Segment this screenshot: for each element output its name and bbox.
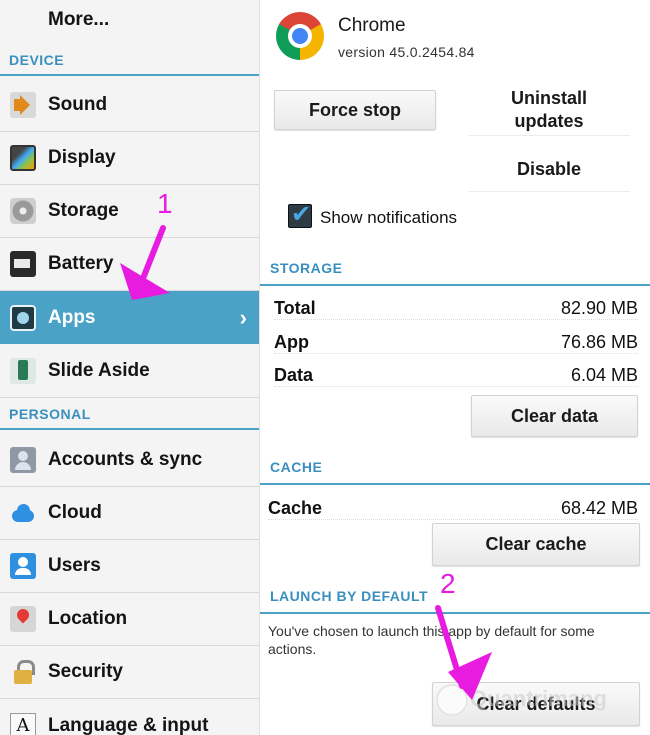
section-header-storage: STORAGE — [260, 260, 650, 286]
clear-cache-button[interactable]: Clear cache — [432, 523, 640, 566]
language-icon: A — [10, 712, 36, 735]
battery-icon — [10, 251, 36, 277]
app-info-pane: Chrome version 45.0.2454.84 Force stop U… — [259, 0, 650, 735]
sidebar-item-label: Users — [48, 555, 101, 576]
storage-row-value: 82.90 MB — [560, 298, 638, 318]
uninstall-updates-button[interactable]: Uninstall updates — [468, 84, 630, 136]
sidebar-item-label: Display — [48, 147, 116, 168]
force-stop-button[interactable]: Force stop — [274, 90, 436, 130]
section-header-label: STORAGE — [270, 260, 343, 276]
sidebar-item-label: Location — [48, 608, 128, 629]
sidebar-item-security[interactable]: Security — [0, 646, 259, 699]
clear-defaults-button[interactable]: Clear defaults — [432, 682, 640, 726]
display-icon — [10, 145, 36, 171]
storage-row-data: Data 6.04 MB — [274, 361, 638, 387]
sidebar-item-accounts-sync[interactable]: Accounts & sync — [0, 434, 259, 487]
sidebar-item-cloud[interactable]: Cloud — [0, 487, 259, 540]
sidebar-item-more[interactable]: More... — [0, 0, 259, 40]
section-header-label: DEVICE — [9, 52, 65, 68]
sidebar-item-apps[interactable]: Apps › — [0, 291, 259, 344]
sidebar-item-label: Cloud — [48, 502, 102, 523]
slide-aside-icon — [10, 358, 36, 384]
sidebar-item-display[interactable]: Display — [0, 132, 259, 185]
apps-icon — [10, 304, 36, 331]
sidebar-item-label: More... — [48, 9, 110, 30]
speaker-icon — [10, 92, 36, 118]
accounts-icon — [10, 447, 36, 473]
storage-row-label: Total — [274, 298, 316, 318]
sidebar-item-label: Security — [48, 661, 123, 682]
show-notifications-checkbox[interactable] — [288, 200, 312, 228]
location-icon — [10, 606, 36, 632]
sidebar-item-storage[interactable]: Storage — [0, 185, 259, 238]
sidebar-item-battery[interactable]: Battery — [0, 238, 259, 291]
section-header-device: DEVICE — [0, 52, 259, 76]
storage-row-total: Total 82.90 MB — [274, 294, 638, 320]
settings-sidebar: More... DEVICE Sound Display Storage Bat… — [0, 0, 259, 735]
sidebar-item-label: Accounts & sync — [48, 449, 203, 470]
cache-row-value: 68.42 MB — [560, 498, 638, 518]
storage-row-label: App — [274, 332, 309, 352]
section-header-label: PERSONAL — [9, 406, 91, 422]
app-version: version 45.0.2454.84 — [338, 44, 475, 60]
sidebar-item-label: Apps — [48, 306, 96, 328]
storage-row-app: App 76.86 MB — [274, 328, 638, 354]
clear-data-button[interactable]: Clear data — [471, 395, 638, 437]
section-header-label: CACHE — [270, 459, 323, 475]
sidebar-item-label: Storage — [48, 200, 119, 221]
step-1-label: 1 — [157, 188, 173, 219]
sidebar-item-location[interactable]: Location — [0, 593, 259, 646]
chrome-app-icon — [276, 12, 324, 60]
section-header-cache: CACHE — [260, 459, 650, 485]
sidebar-item-slide-aside[interactable]: Slide Aside — [0, 345, 259, 398]
sidebar-item-label: Battery — [48, 253, 114, 274]
cloud-icon — [10, 500, 36, 526]
storage-row-value: 76.86 MB — [560, 332, 638, 352]
storage-row-label: Data — [274, 365, 314, 385]
sidebar-item-language-input[interactable]: A Language & input — [0, 699, 259, 735]
app-name: Chrome — [338, 15, 406, 36]
chevron-right-icon: › — [239, 305, 247, 330]
launch-default-description: You've chosen to launch this app by defa… — [268, 623, 595, 657]
section-header-label: LAUNCH BY DEFAULT — [270, 588, 429, 604]
storage-icon — [10, 198, 36, 224]
sidebar-item-sound[interactable]: Sound — [0, 79, 259, 132]
users-icon — [10, 553, 36, 579]
sidebar-item-label: Sound — [48, 94, 108, 115]
section-header-personal: PERSONAL — [0, 406, 259, 430]
disable-button[interactable]: Disable — [468, 148, 630, 192]
sidebar-item-users[interactable]: Users — [0, 540, 259, 593]
show-notifications-label: Show notifications — [320, 208, 458, 227]
sidebar-item-label: Language & input — [48, 714, 209, 735]
step-2-label: 2 — [440, 568, 456, 599]
storage-row-value: 6.04 MB — [570, 365, 638, 385]
cache-row: Cache 68.42 MB — [268, 494, 638, 520]
lock-icon — [10, 659, 36, 685]
sidebar-item-label: Slide Aside — [48, 360, 150, 381]
cache-row-label: Cache — [268, 498, 323, 518]
